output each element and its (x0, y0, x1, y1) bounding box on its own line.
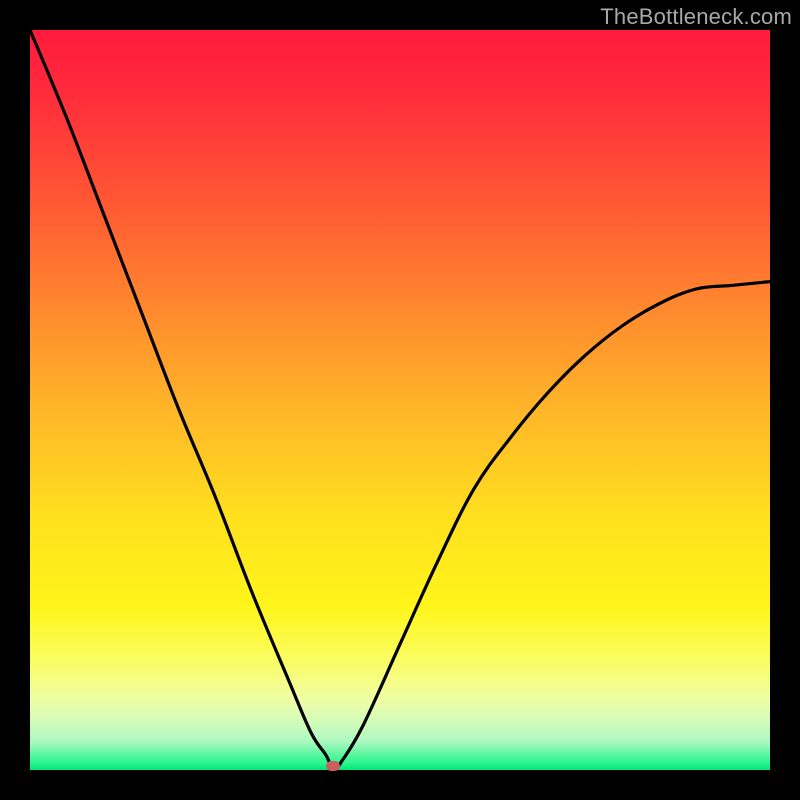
bottleneck-curve (30, 30, 770, 770)
watermark-text: TheBottleneck.com (600, 4, 792, 30)
plot-area (30, 30, 770, 770)
chart-frame: TheBottleneck.com (0, 0, 800, 800)
